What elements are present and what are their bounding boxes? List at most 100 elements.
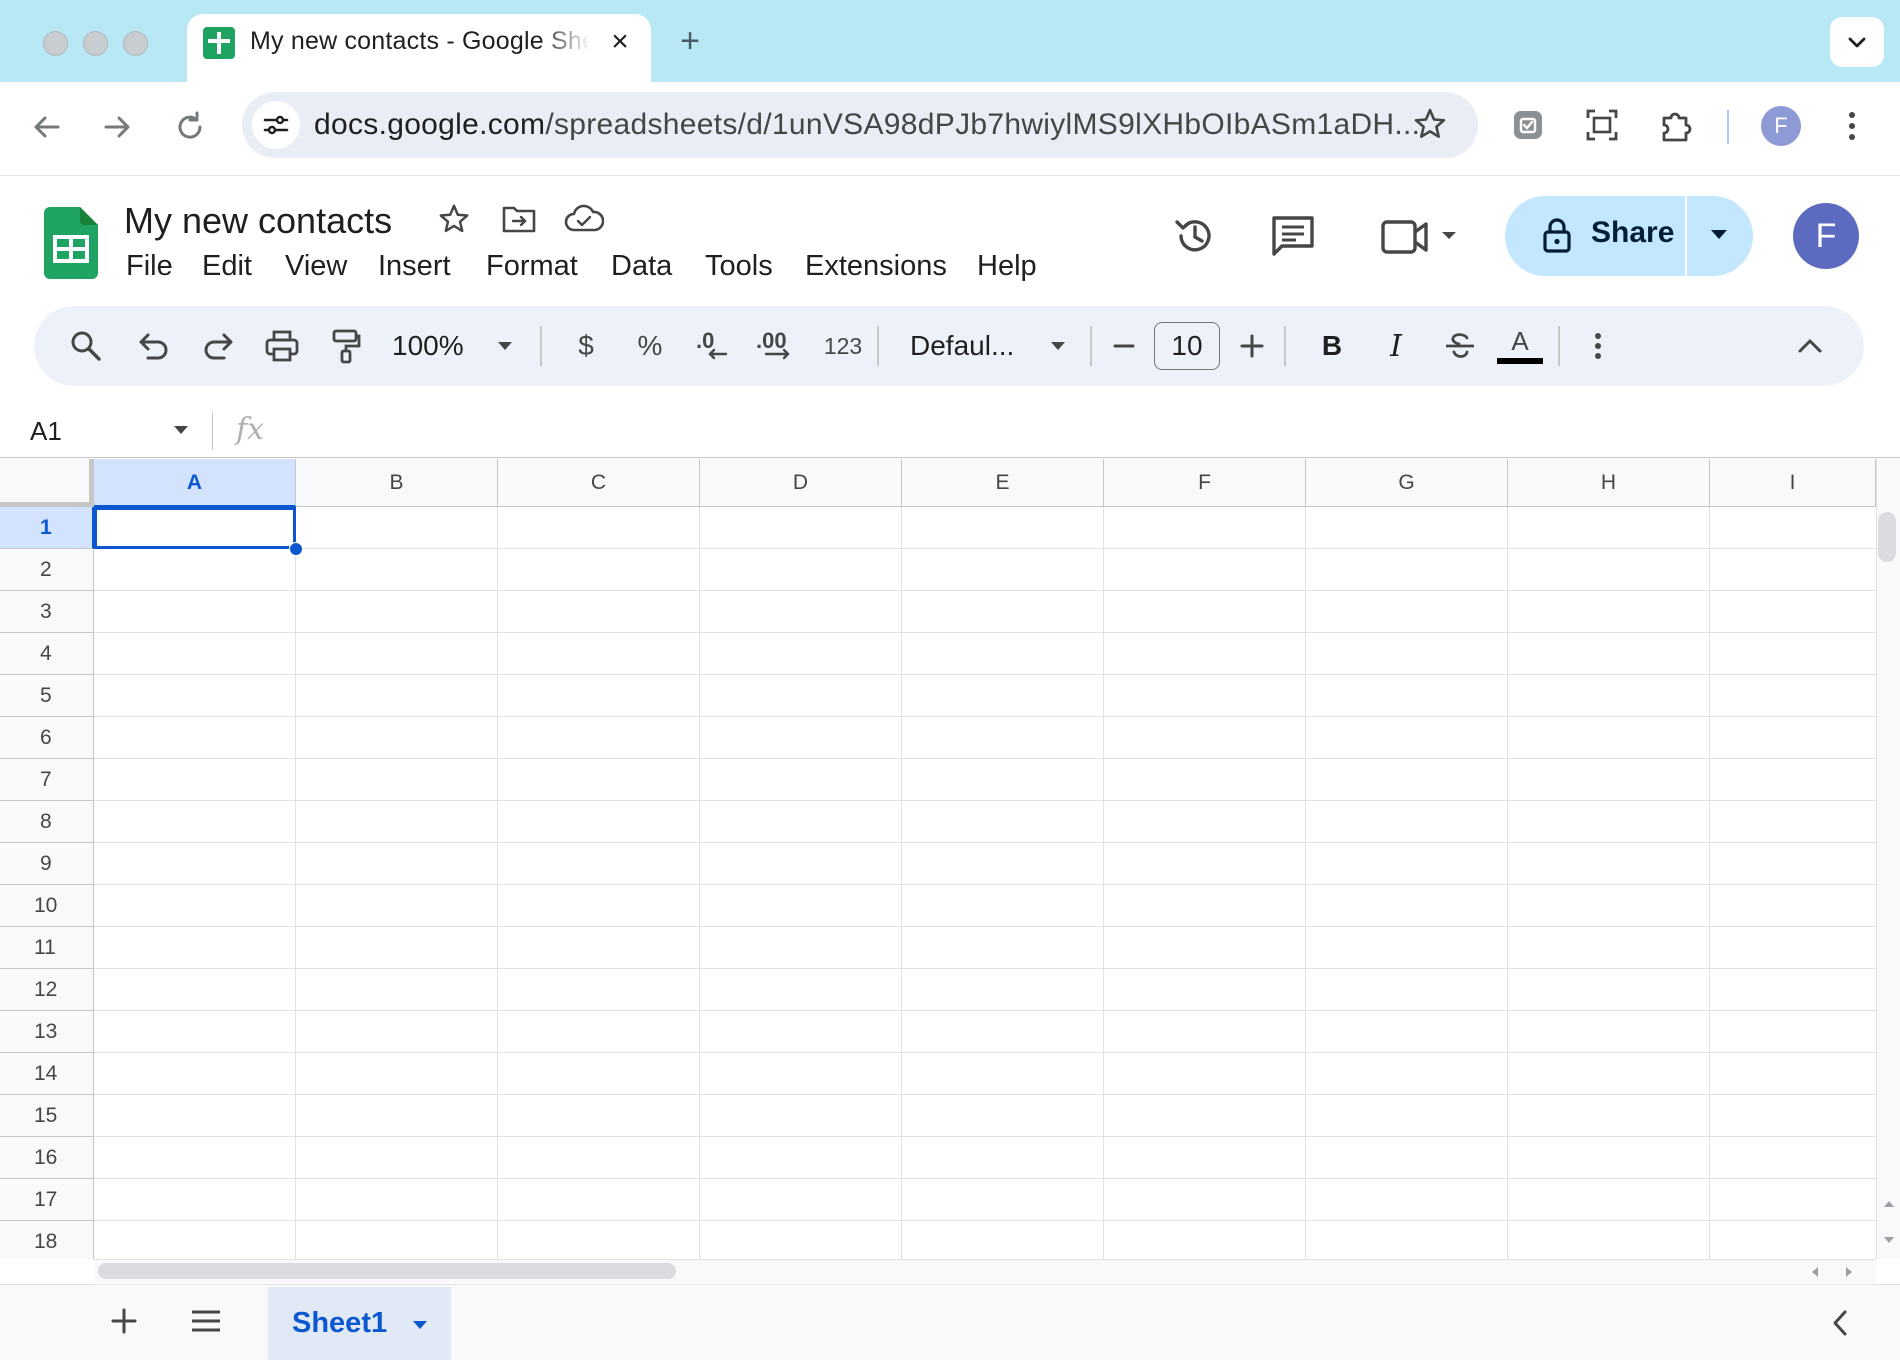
italic-button[interactable]: I [1374, 306, 1418, 386]
menu-insert[interactable]: Insert [378, 250, 451, 283]
scroll-up-icon[interactable] [1883, 1199, 1895, 1209]
percent-format-button[interactable]: % [628, 306, 672, 386]
star-icon[interactable] [437, 202, 471, 236]
column-header-e[interactable]: E [902, 459, 1104, 507]
horizontal-scroll-thumb[interactable] [98, 1263, 676, 1279]
scroll-left-icon[interactable] [1810, 1266, 1820, 1278]
tab-close-icon[interactable]: × [605, 27, 635, 58]
print-icon[interactable] [260, 306, 304, 386]
row-header-14[interactable]: 14 [0, 1053, 94, 1095]
row-header-7[interactable]: 7 [0, 759, 94, 801]
increase-decimal-button[interactable]: .00 [748, 306, 804, 386]
sheet-tab-caret-icon[interactable] [411, 1319, 429, 1331]
row-header-5[interactable]: 5 [0, 675, 94, 717]
forward-arrow-icon[interactable] [100, 110, 134, 144]
chevron-up-icon[interactable] [1788, 306, 1832, 386]
redo-icon[interactable] [196, 306, 240, 386]
strikethrough-icon[interactable] [1438, 306, 1482, 386]
bookmark-star-icon[interactable] [1412, 106, 1448, 142]
browser-profile-avatar[interactable]: F [1761, 106, 1801, 146]
browser-tab-active[interactable]: My new contacts - Google Sheets × [187, 14, 651, 82]
row-header-12[interactable]: 12 [0, 969, 94, 1011]
zoom-value[interactable]: 100% [392, 306, 472, 386]
menu-file[interactable]: File [126, 250, 173, 283]
explore-collapse-icon[interactable] [1830, 1309, 1850, 1337]
back-arrow-icon[interactable] [30, 110, 64, 144]
column-header-i[interactable]: I [1710, 459, 1876, 507]
share-dropdown-button[interactable] [1685, 196, 1753, 276]
column-header-b[interactable]: B [296, 459, 498, 507]
row-header-2[interactable]: 2 [0, 549, 94, 591]
url-text[interactable]: docs.google.com/spreadsheets/d/1unVSA98d… [314, 108, 1420, 142]
share-button[interactable]: Share [1505, 196, 1685, 276]
number-format-button[interactable]: 123 [813, 306, 873, 386]
comments-icon[interactable] [1270, 214, 1316, 258]
window-minimize-control[interactable] [83, 31, 108, 56]
window-zoom-control[interactable] [123, 31, 148, 56]
name-box-caret-icon[interactable] [172, 424, 190, 436]
decrease-decimal-button[interactable]: .0 [684, 306, 740, 386]
row-header-13[interactable]: 13 [0, 1011, 94, 1053]
address-bar[interactable]: docs.google.com/spreadsheets/d/1unVSA98d… [242, 92, 1478, 158]
font-size-input[interactable]: 10 [1154, 322, 1220, 370]
row-header-16[interactable]: 16 [0, 1137, 94, 1179]
row-header-8[interactable]: 8 [0, 801, 94, 843]
column-header-c[interactable]: C [498, 459, 700, 507]
row-header-11[interactable]: 11 [0, 927, 94, 969]
column-header-d[interactable]: D [700, 459, 902, 507]
sheet-tab-sheet1[interactable]: Sheet1 [268, 1287, 451, 1360]
row-header-1[interactable]: 1 [0, 507, 94, 549]
bold-button[interactable]: B [1310, 306, 1354, 386]
vertical-scroll-thumb[interactable] [1878, 512, 1896, 562]
row-header-6[interactable]: 6 [0, 717, 94, 759]
row-header-4[interactable]: 4 [0, 633, 94, 675]
scroll-right-icon[interactable] [1844, 1266, 1854, 1278]
menu-help[interactable]: Help [977, 250, 1037, 283]
account-avatar[interactable]: F [1793, 203, 1859, 269]
select-all-corner[interactable] [0, 459, 94, 507]
column-header-g[interactable]: G [1306, 459, 1508, 507]
move-folder-icon[interactable] [501, 204, 537, 234]
more-options-icon[interactable] [1576, 306, 1620, 386]
window-close-control[interactable] [43, 31, 68, 56]
menu-view[interactable]: View [285, 250, 347, 283]
active-cell-a1[interactable] [94, 507, 296, 549]
puzzle-extensions-icon[interactable] [1658, 108, 1694, 144]
text-color-button[interactable]: A [1494, 306, 1546, 386]
menu-format[interactable]: Format [486, 250, 578, 283]
sheets-logo-icon[interactable] [44, 207, 98, 279]
screen-capture-icon[interactable] [1585, 108, 1619, 142]
all-sheets-icon[interactable] [190, 1309, 222, 1333]
font-family-select[interactable]: Defaul... [910, 306, 1050, 386]
reload-icon[interactable] [173, 110, 207, 144]
menu-tools[interactable]: Tools [705, 250, 773, 283]
row-header-10[interactable]: 10 [0, 885, 94, 927]
name-box[interactable]: A1 [30, 416, 62, 447]
currency-format-button[interactable]: $ [564, 306, 608, 386]
menu-edit[interactable]: Edit [202, 250, 252, 283]
menu-extensions[interactable]: Extensions [805, 250, 947, 283]
undo-icon[interactable] [132, 306, 176, 386]
paint-format-icon[interactable] [324, 306, 368, 386]
tab-search-button[interactable] [1830, 17, 1884, 67]
formula-input[interactable] [280, 410, 1860, 452]
extension-icon[interactable] [1511, 108, 1545, 142]
version-history-icon[interactable] [1172, 213, 1218, 259]
meet-video-icon[interactable] [1380, 217, 1464, 257]
menu-data[interactable]: Data [611, 250, 672, 283]
zoom-caret-icon[interactable] [490, 306, 520, 386]
decrease-font-size-icon[interactable] [1102, 306, 1146, 386]
add-sheet-icon[interactable] [110, 1307, 138, 1335]
row-header-3[interactable]: 3 [0, 591, 94, 633]
row-header-15[interactable]: 15 [0, 1095, 94, 1137]
fill-handle[interactable] [289, 542, 303, 556]
site-info-icon[interactable] [252, 101, 300, 149]
search-icon[interactable] [64, 306, 108, 386]
increase-font-size-icon[interactable] [1230, 306, 1274, 386]
row-header-17[interactable]: 17 [0, 1179, 94, 1221]
vertical-scrollbar[interactable] [1876, 459, 1900, 1259]
row-header-9[interactable]: 9 [0, 843, 94, 885]
new-tab-icon[interactable]: + [672, 24, 708, 60]
browser-menu-icon[interactable] [1840, 108, 1864, 144]
column-header-f[interactable]: F [1104, 459, 1306, 507]
